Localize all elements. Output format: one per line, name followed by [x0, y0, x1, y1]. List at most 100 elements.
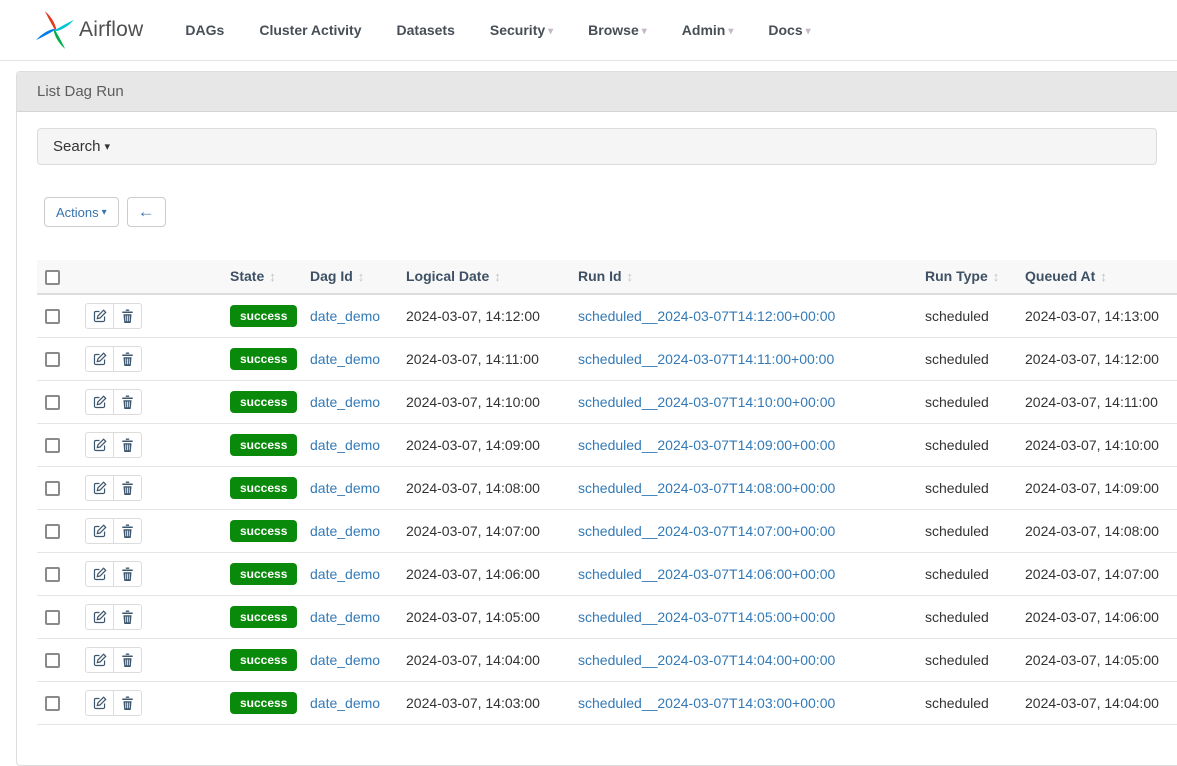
sort-icon[interactable]: ↕ [627, 269, 634, 284]
dag-id-link[interactable]: date_demo [310, 652, 380, 668]
state-badge: success [230, 520, 297, 542]
delete-record-button[interactable] [113, 432, 142, 458]
trash-icon [121, 438, 134, 452]
row-checkbox[interactable] [45, 481, 60, 496]
table-row: success date_demo 2024-03-07, 14:05:00 s… [37, 595, 1177, 638]
column-header-run-type[interactable]: Run Type↕ [917, 260, 1017, 294]
dag-id-link[interactable]: date_demo [310, 308, 380, 324]
sort-icon[interactable]: ↕ [269, 269, 276, 284]
delete-record-button[interactable] [113, 690, 142, 716]
search-label: Search [53, 138, 101, 155]
search-collapse-toggle[interactable]: Search ▾ [37, 128, 1157, 165]
main-nav: DAGs Cluster Activity Datasets Security▾… [185, 22, 810, 38]
edit-record-button[interactable] [85, 346, 114, 372]
row-checkbox[interactable] [45, 653, 60, 668]
delete-record-button[interactable] [113, 389, 142, 415]
dag-id-link[interactable]: date_demo [310, 566, 380, 582]
edit-record-button[interactable] [85, 303, 114, 329]
run-id-link[interactable]: scheduled__2024-03-07T14:12:00+00:00 [578, 308, 835, 324]
nav-item[interactable]: Admin▾ [682, 22, 734, 38]
back-arrow-icon: ← [138, 202, 155, 222]
nav-item[interactable]: DAGs [185, 22, 224, 38]
table-row: success date_demo 2024-03-07, 14:03:00 s… [37, 681, 1177, 724]
run-id-link[interactable]: scheduled__2024-03-07T14:10:00+00:00 [578, 394, 835, 410]
row-checkbox[interactable] [45, 524, 60, 539]
column-header-state[interactable]: State↕ [222, 260, 302, 294]
column-header-logical-date[interactable]: Logical Date↕ [398, 260, 570, 294]
row-checkbox[interactable] [45, 696, 60, 711]
run-id-link[interactable]: scheduled__2024-03-07T14:04:00+00:00 [578, 652, 835, 668]
dag-id-link[interactable]: date_demo [310, 480, 380, 496]
column-header-run-id[interactable]: Run Id↕ [570, 260, 917, 294]
actions-dropdown-button[interactable]: Actions▾ [44, 197, 119, 227]
edit-record-button[interactable] [85, 389, 114, 415]
chevron-down-icon: ▾ [102, 207, 107, 218]
run-id-link[interactable]: scheduled__2024-03-07T14:07:00+00:00 [578, 523, 835, 539]
edit-record-button[interactable] [85, 518, 114, 544]
dag-id-link[interactable]: date_demo [310, 351, 380, 367]
list-dag-run-panel: List Dag Run Search▾ Actions▾ ← State↕ [16, 71, 1177, 766]
delete-record-button[interactable] [113, 647, 142, 673]
table-row: success date_demo 2024-03-07, 14:12:00 s… [37, 294, 1177, 338]
dag-id-link[interactable]: date_demo [310, 437, 380, 453]
dagrun-table-body: success date_demo 2024-03-07, 14:12:00 s… [37, 294, 1177, 725]
row-checkbox[interactable] [45, 610, 60, 625]
actions-column-header [77, 260, 222, 294]
chevron-down-icon: ▾ [105, 141, 111, 153]
nav-item[interactable]: Security▾ [490, 22, 553, 38]
state-badge: success [230, 348, 297, 370]
delete-record-button[interactable] [113, 346, 142, 372]
edit-record-button[interactable] [85, 432, 114, 458]
edit-record-button[interactable] [85, 690, 114, 716]
nav-item[interactable]: Browse▾ [588, 22, 647, 38]
edit-record-button[interactable] [85, 604, 114, 630]
column-header-dag-id[interactable]: Dag Id↕ [302, 260, 398, 294]
queued-at-value: 2024-03-07, 14:10:00 [1025, 437, 1159, 453]
run-type-value: scheduled [925, 480, 989, 496]
run-id-link[interactable]: scheduled__2024-03-07T14:08:00+00:00 [578, 480, 835, 496]
sort-icon[interactable]: ↕ [993, 269, 1000, 284]
sort-icon[interactable]: ↕ [494, 269, 501, 284]
run-id-link[interactable]: scheduled__2024-03-07T14:06:00+00:00 [578, 566, 835, 582]
trash-icon [121, 610, 134, 624]
row-checkbox[interactable] [45, 438, 60, 453]
run-id-link[interactable]: scheduled__2024-03-07T14:09:00+00:00 [578, 437, 835, 453]
edit-icon [93, 438, 107, 452]
queued-at-value: 2024-03-07, 14:09:00 [1025, 480, 1159, 496]
state-badge: success [230, 434, 297, 456]
sort-icon[interactable]: ↕ [1100, 269, 1107, 284]
delete-record-button[interactable] [113, 604, 142, 630]
delete-record-button[interactable] [113, 518, 142, 544]
edit-record-button[interactable] [85, 475, 114, 501]
run-id-link[interactable]: scheduled__2024-03-07T14:03:00+00:00 [578, 695, 835, 711]
dag-id-link[interactable]: date_demo [310, 523, 380, 539]
back-button[interactable]: ← [127, 197, 166, 227]
run-id-link[interactable]: scheduled__2024-03-07T14:11:00+00:00 [578, 351, 834, 367]
airflow-brand[interactable]: Airflow [34, 9, 143, 51]
run-id-link[interactable]: scheduled__2024-03-07T14:05:00+00:00 [578, 609, 835, 625]
nav-item[interactable]: Datasets [397, 22, 455, 38]
edit-icon [93, 696, 107, 710]
queued-at-value: 2024-03-07, 14:04:00 [1025, 695, 1159, 711]
row-checkbox[interactable] [45, 352, 60, 367]
edit-record-button[interactable] [85, 561, 114, 587]
row-checkbox[interactable] [45, 567, 60, 582]
delete-record-button[interactable] [113, 303, 142, 329]
row-checkbox[interactable] [45, 395, 60, 410]
dag-id-link[interactable]: date_demo [310, 609, 380, 625]
column-header-queued-at[interactable]: Queued At↕ [1017, 260, 1177, 294]
dag-id-link[interactable]: date_demo [310, 394, 380, 410]
delete-record-button[interactable] [113, 561, 142, 587]
nav-item[interactable]: Docs▾ [768, 22, 810, 38]
row-actions [85, 303, 142, 329]
row-checkbox[interactable] [45, 309, 60, 324]
select-all-checkbox[interactable] [45, 270, 60, 285]
logical-date-value: 2024-03-07, 14:12:00 [406, 308, 540, 324]
edit-record-button[interactable] [85, 647, 114, 673]
sort-icon[interactable]: ↕ [358, 269, 365, 284]
nav-item[interactable]: Cluster Activity [259, 22, 361, 38]
edit-icon [93, 567, 107, 581]
trash-icon [121, 481, 134, 495]
dag-id-link[interactable]: date_demo [310, 695, 380, 711]
delete-record-button[interactable] [113, 475, 142, 501]
